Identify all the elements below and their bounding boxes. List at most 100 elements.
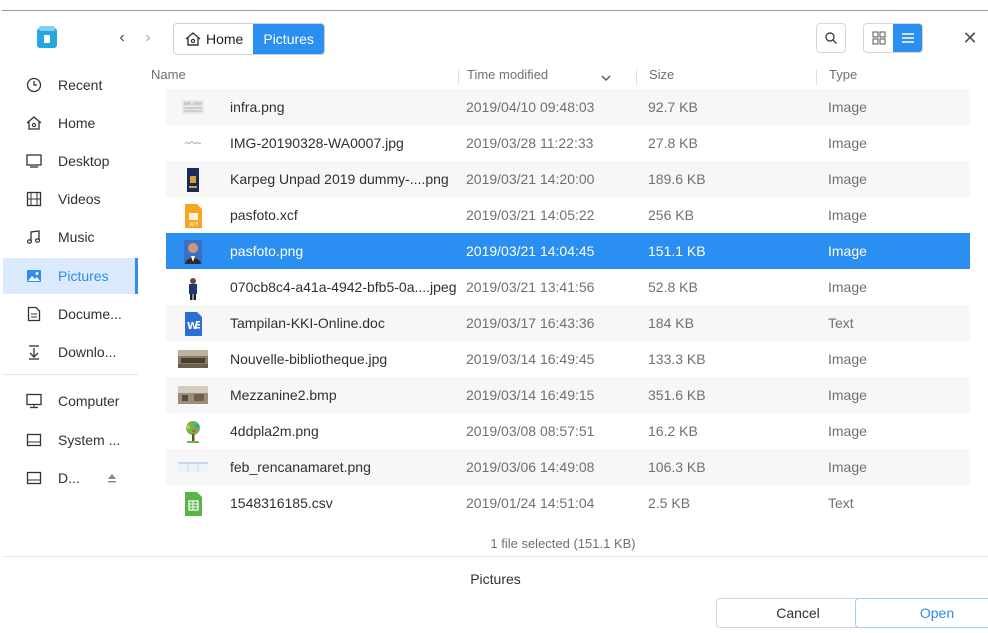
file-type: Image bbox=[828, 423, 867, 439]
file-time: 2019/03/14 16:49:45 bbox=[466, 351, 595, 367]
file-name: pasfoto.xcf bbox=[230, 207, 298, 223]
file-name: 070cb8c4-a41a-4942-bfb5-0a....jpeg bbox=[230, 279, 457, 295]
eject-icon[interactable] bbox=[106, 472, 118, 484]
desktop-icon bbox=[25, 152, 43, 170]
breadcrumb-home-label: Home bbox=[206, 31, 244, 47]
sidebar-item-data-drive[interactable]: D... bbox=[3, 460, 138, 496]
column-divider bbox=[816, 69, 817, 85]
svg-text:XCF: XCF bbox=[189, 222, 199, 228]
file-name: infra.png bbox=[230, 99, 285, 115]
sidebar-item-pictures[interactable]: Pictures bbox=[3, 258, 138, 294]
breadcrumb-pictures[interactable]: Pictures bbox=[253, 24, 324, 54]
close-button[interactable]: ✕ bbox=[959, 27, 981, 49]
file-name: Nouvelle-bibliotheque.jpg bbox=[230, 351, 388, 367]
sidebar-item-home[interactable]: Home bbox=[3, 105, 138, 141]
file-time: 2019/03/21 14:04:45 bbox=[466, 243, 595, 259]
back-button[interactable]: ‹ bbox=[111, 27, 133, 49]
interior-thumbnail bbox=[178, 384, 208, 406]
file-type: Image bbox=[828, 135, 867, 151]
chevron-left-icon: ‹ bbox=[119, 29, 125, 46]
file-type: Image bbox=[828, 99, 867, 115]
file-row[interactable]: 070cb8c4-a41a-4942-bfb5-0a....jpeg 2019/… bbox=[166, 269, 970, 305]
file-name: Tampilan-KKI-Online.doc bbox=[230, 315, 385, 331]
file-time: 2019/03/17 16:43:36 bbox=[466, 315, 595, 331]
film-icon bbox=[25, 190, 43, 208]
sidebar-item-documents[interactable]: Docume... bbox=[3, 296, 138, 332]
breadcrumb-home[interactable]: Home bbox=[174, 24, 254, 54]
footer-divider bbox=[3, 556, 988, 557]
icon-view-button[interactable] bbox=[864, 24, 893, 52]
file-size: 351.6 KB bbox=[648, 387, 706, 403]
file-size: 151.1 KB bbox=[648, 243, 706, 259]
breadcrumb: Home Pictures bbox=[173, 23, 325, 55]
image-icon bbox=[25, 267, 43, 285]
file-name: Karpeg Unpad 2019 dummy-....png bbox=[230, 171, 449, 187]
sidebar-item-label: Desktop bbox=[58, 153, 110, 169]
column-header-time[interactable]: Time modified bbox=[467, 67, 548, 87]
file-row[interactable]: infra.png 2019/04/10 09:48:03 92.7 KB Im… bbox=[166, 89, 970, 125]
file-time: 2019/03/28 11:22:33 bbox=[466, 135, 594, 151]
sidebar-item-computer[interactable]: Computer bbox=[3, 383, 138, 419]
file-time: 2019/03/21 14:20:00 bbox=[466, 171, 595, 187]
file-size: 106.3 KB bbox=[648, 459, 706, 475]
document-icon bbox=[25, 305, 43, 323]
clock-icon bbox=[25, 76, 43, 94]
file-row[interactable]: feb_rencanamaret.png 2019/03/06 14:49:08… bbox=[166, 449, 970, 485]
file-row[interactable]: Karpeg Unpad 2019 dummy-....png 2019/03/… bbox=[166, 161, 970, 197]
sidebar-item-desktop[interactable]: Desktop bbox=[3, 143, 138, 179]
sidebar-divider bbox=[3, 374, 138, 375]
sidebar-item-label: Home bbox=[58, 115, 96, 131]
xcf-file-icon: XCF bbox=[182, 204, 204, 228]
file-list: Name Time modified Size Type infra.png 2… bbox=[138, 67, 988, 557]
file-row-selected[interactable]: pasfoto.png 2019/03/21 14:04:45 151.1 KB… bbox=[166, 233, 970, 269]
sidebar: Recent Home Desktop Videos Music Picture… bbox=[3, 67, 138, 557]
music-icon bbox=[25, 228, 43, 246]
file-time: 2019/01/24 14:51:04 bbox=[466, 495, 595, 511]
open-button[interactable]: Open bbox=[855, 598, 988, 628]
file-row[interactable]: W Tampilan-KKI-Online.doc 2019/03/17 16:… bbox=[166, 305, 970, 341]
file-time: 2019/03/06 14:49:08 bbox=[466, 459, 595, 475]
home-icon bbox=[184, 31, 202, 47]
file-row[interactable]: XCF pasfoto.xcf 2019/03/21 14:05:22 256 … bbox=[166, 197, 970, 233]
sidebar-item-recent[interactable]: Recent bbox=[3, 67, 138, 103]
file-row[interactable]: Mezzanine2.bmp 2019/03/14 16:49:15 351.6… bbox=[166, 377, 970, 413]
file-type: Image bbox=[828, 279, 867, 295]
sidebar-item-videos[interactable]: Videos bbox=[3, 181, 138, 217]
sidebar-item-label: System ... bbox=[58, 432, 121, 448]
column-header-size[interactable]: Size bbox=[649, 67, 674, 87]
file-row[interactable]: 1548316185.csv 2019/01/24 14:51:04 2.5 K… bbox=[166, 485, 970, 521]
file-row[interactable]: 4ddpla2m.png 2019/03/08 08:57:51 16.2 KB… bbox=[166, 413, 970, 449]
sidebar-item-label: D... bbox=[58, 470, 80, 486]
file-row[interactable]: IMG-20190328-WA0007.jpg 2019/03/28 11:22… bbox=[166, 125, 970, 161]
file-time: 2019/04/10 09:48:03 bbox=[466, 99, 595, 115]
word-file-icon: W bbox=[182, 312, 204, 336]
sidebar-item-system-drive[interactable]: System ... bbox=[3, 422, 138, 458]
column-header-type[interactable]: Type bbox=[829, 67, 857, 87]
file-time: 2019/03/21 13:41:56 bbox=[466, 279, 595, 295]
forward-button[interactable]: › bbox=[137, 27, 159, 49]
sidebar-item-downloads[interactable]: Downlo... bbox=[3, 334, 138, 370]
file-manager-app-icon bbox=[36, 25, 58, 49]
file-size: 52.8 KB bbox=[648, 279, 698, 295]
chevron-down-icon[interactable] bbox=[601, 70, 611, 90]
home-icon bbox=[25, 114, 43, 132]
sidebar-item-music[interactable]: Music bbox=[3, 219, 138, 255]
column-header-name[interactable]: Name bbox=[151, 67, 186, 87]
list-view-icon bbox=[901, 31, 915, 45]
close-icon: ✕ bbox=[962, 28, 978, 48]
chevron-right-icon: › bbox=[145, 29, 151, 46]
dialog-header: ‹ › Home Pictures ✕ bbox=[3, 11, 988, 67]
file-row[interactable]: Nouvelle-bibliotheque.jpg 2019/03/14 16:… bbox=[166, 341, 970, 377]
file-time: 2019/03/14 16:49:15 bbox=[466, 387, 595, 403]
search-button[interactable] bbox=[816, 23, 846, 53]
list-view-button[interactable] bbox=[893, 24, 922, 52]
image-thumbnail bbox=[182, 96, 204, 118]
grid-view-icon bbox=[872, 31, 886, 45]
file-size: 256 KB bbox=[648, 207, 694, 223]
svg-text:W: W bbox=[187, 321, 198, 332]
view-mode-toggle bbox=[863, 23, 923, 53]
file-time: 2019/03/08 08:57:51 bbox=[466, 423, 595, 439]
spreadsheet-file-icon bbox=[182, 492, 204, 516]
sidebar-item-label: Recent bbox=[58, 77, 103, 93]
file-name: Mezzanine2.bmp bbox=[230, 387, 337, 403]
